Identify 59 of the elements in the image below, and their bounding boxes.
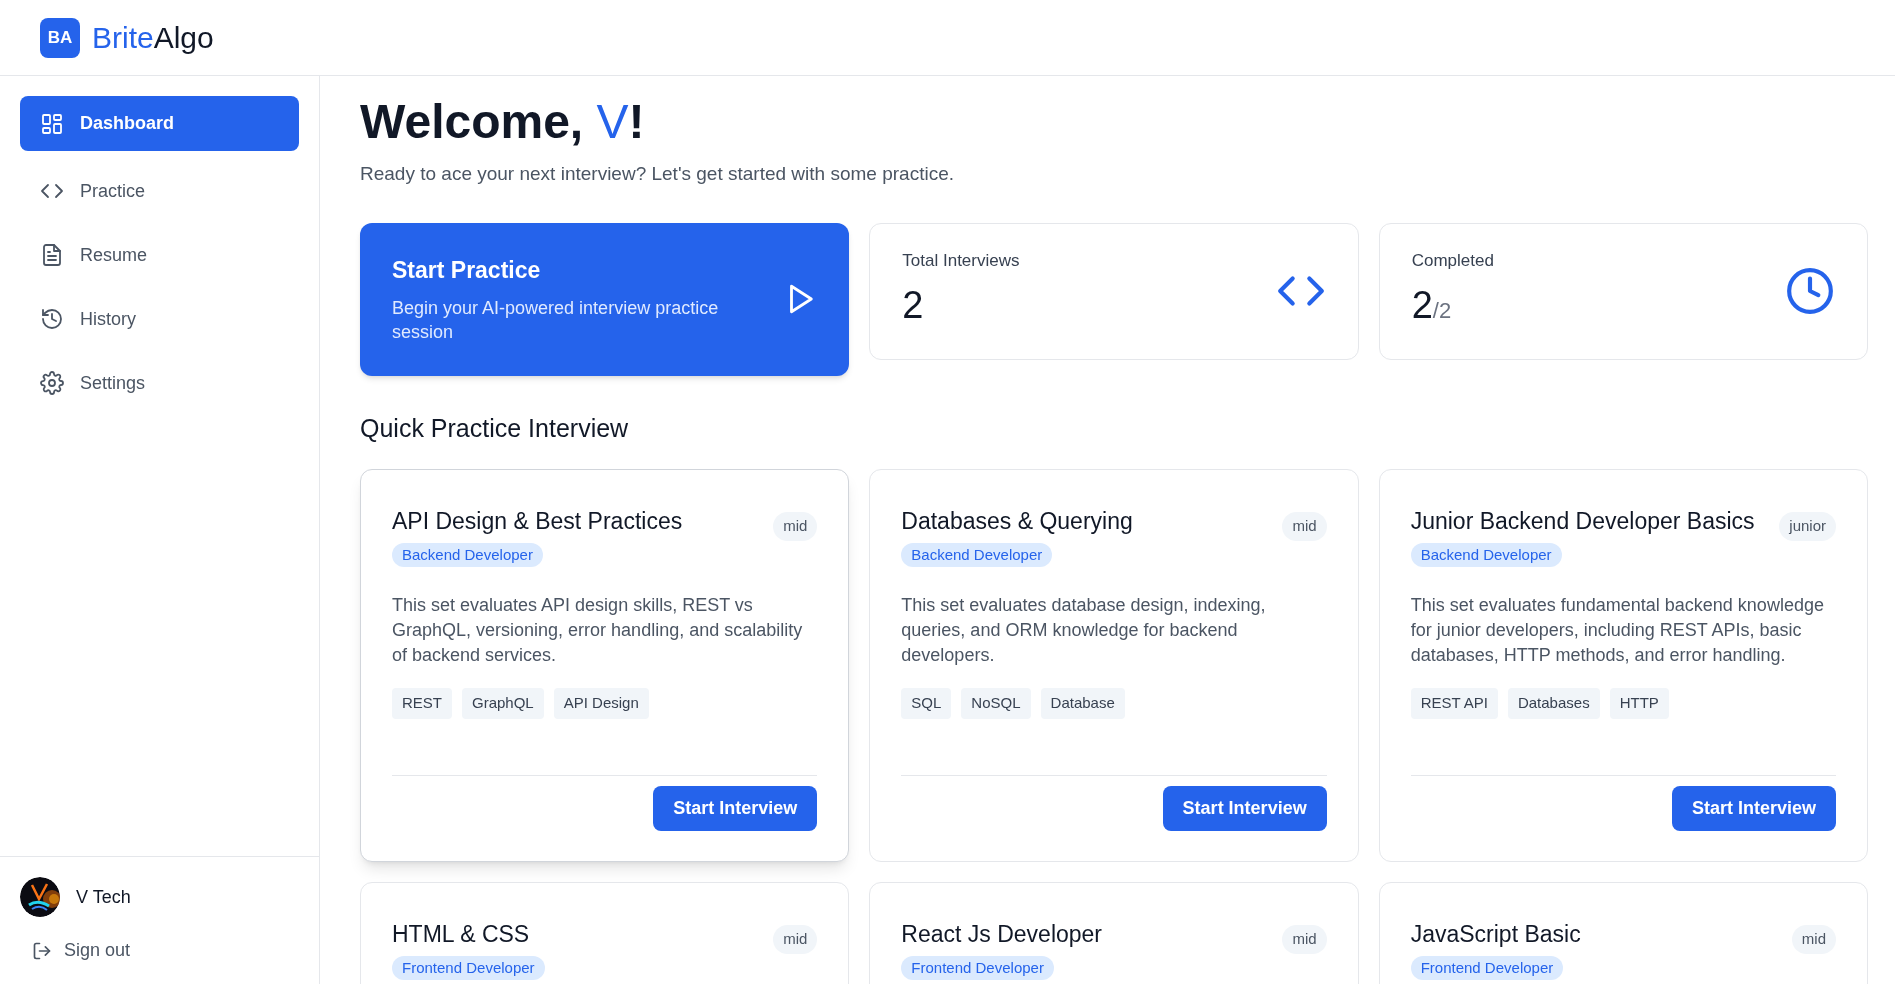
- tag: Database: [1040, 688, 1125, 719]
- tag: HTTP: [1609, 688, 1669, 719]
- card-description: This set evaluates fundamental backend knowledge for junior developers, including REST APIs, basic databases, HTTP methods, and error handling.: [1410, 594, 1825, 667]
- level-badge: mid: [1282, 925, 1327, 954]
- start-interview-button[interactable]: Start Interview: [653, 786, 818, 831]
- tag: Databases: [1507, 688, 1600, 719]
- stat-label: Completed: [1411, 249, 1494, 272]
- welcome-subtitle: Ready to ace your next interview? Let's get started with some practice.: [360, 162, 954, 186]
- sign-out-link[interactable]: Sign out: [20, 937, 131, 964]
- stat-value: 2: [902, 283, 924, 329]
- level-badge: mid: [1282, 512, 1327, 541]
- level-badge: mid: [773, 925, 818, 954]
- tag: REST: [392, 688, 452, 719]
- stat-value: 2: [1411, 283, 1433, 329]
- start-interview-button[interactable]: Start Interview: [1671, 786, 1836, 831]
- brand-name: BriteAlgo: [92, 20, 214, 56]
- role-badge: Frontend Developer: [1410, 955, 1564, 980]
- sidebar-item[interactable]: Settings: [20, 359, 299, 407]
- card-description: This set evaluates API design skills, REST vs GraphQL, versioning, error handling, and scalability of backend services.: [392, 594, 804, 667]
- logo-icon: BA: [40, 17, 80, 58]
- card-title: API Design & Best Practices: [392, 507, 683, 536]
- tag: API Design: [553, 688, 649, 719]
- role-badge: Frontend Developer: [392, 955, 545, 980]
- tag: GraphQL: [462, 688, 544, 719]
- card-title: Start Practice: [392, 256, 541, 285]
- card-title: HTML & CSS: [392, 920, 530, 949]
- card-title: Databases & Querying: [901, 507, 1133, 536]
- stat-label: Total Interviews: [902, 249, 1020, 272]
- grid-icon: [40, 111, 64, 136]
- welcome-heading: Welcome, V!: [360, 94, 645, 150]
- sidebar-item[interactable]: Dashboard: [20, 96, 299, 151]
- sidebar-item[interactable]: Practice: [20, 167, 299, 215]
- role-badge: Backend Developer: [392, 542, 543, 567]
- sidebar-item[interactable]: Resume: [20, 231, 299, 279]
- role-badge: Backend Developer: [901, 542, 1053, 567]
- start-practice-card[interactable]: Start Practice Begin your AI-powered interview practice session: [360, 222, 850, 376]
- stat-total: /2: [1432, 298, 1452, 326]
- card-title: JavaScript Basic: [1410, 920, 1581, 949]
- card-description: This set evaluates database design, indexing, queries, and ORM knowledge for backend developers.: [901, 594, 1267, 667]
- sidebar-item[interactable]: History: [20, 295, 299, 343]
- logout-icon: [32, 940, 52, 961]
- start-interview-button[interactable]: Start Interview: [1162, 786, 1327, 831]
- role-badge: Backend Developer: [1410, 542, 1562, 567]
- settings-icon: [40, 371, 64, 395]
- card-title: Junior Backend Developer Basics: [1410, 507, 1755, 536]
- level-badge: junior: [1779, 512, 1836, 541]
- document-icon: [40, 243, 64, 267]
- tag: REST API: [1410, 688, 1498, 719]
- user-name: V Tech: [76, 885, 131, 909]
- card-title: React Js Developer: [901, 920, 1103, 949]
- tag: NoSQL: [961, 688, 1031, 719]
- level-badge: mid: [773, 512, 818, 541]
- clock-icon: [1785, 266, 1835, 316]
- role-badge: Frontend Developer: [901, 955, 1054, 980]
- history-icon: [40, 307, 64, 331]
- tag: SQL: [901, 688, 952, 719]
- level-badge: mid: [1791, 925, 1836, 954]
- card-text: Begin your AI-powered interview practice session: [392, 296, 720, 345]
- section-heading: Quick Practice Interview: [360, 412, 629, 444]
